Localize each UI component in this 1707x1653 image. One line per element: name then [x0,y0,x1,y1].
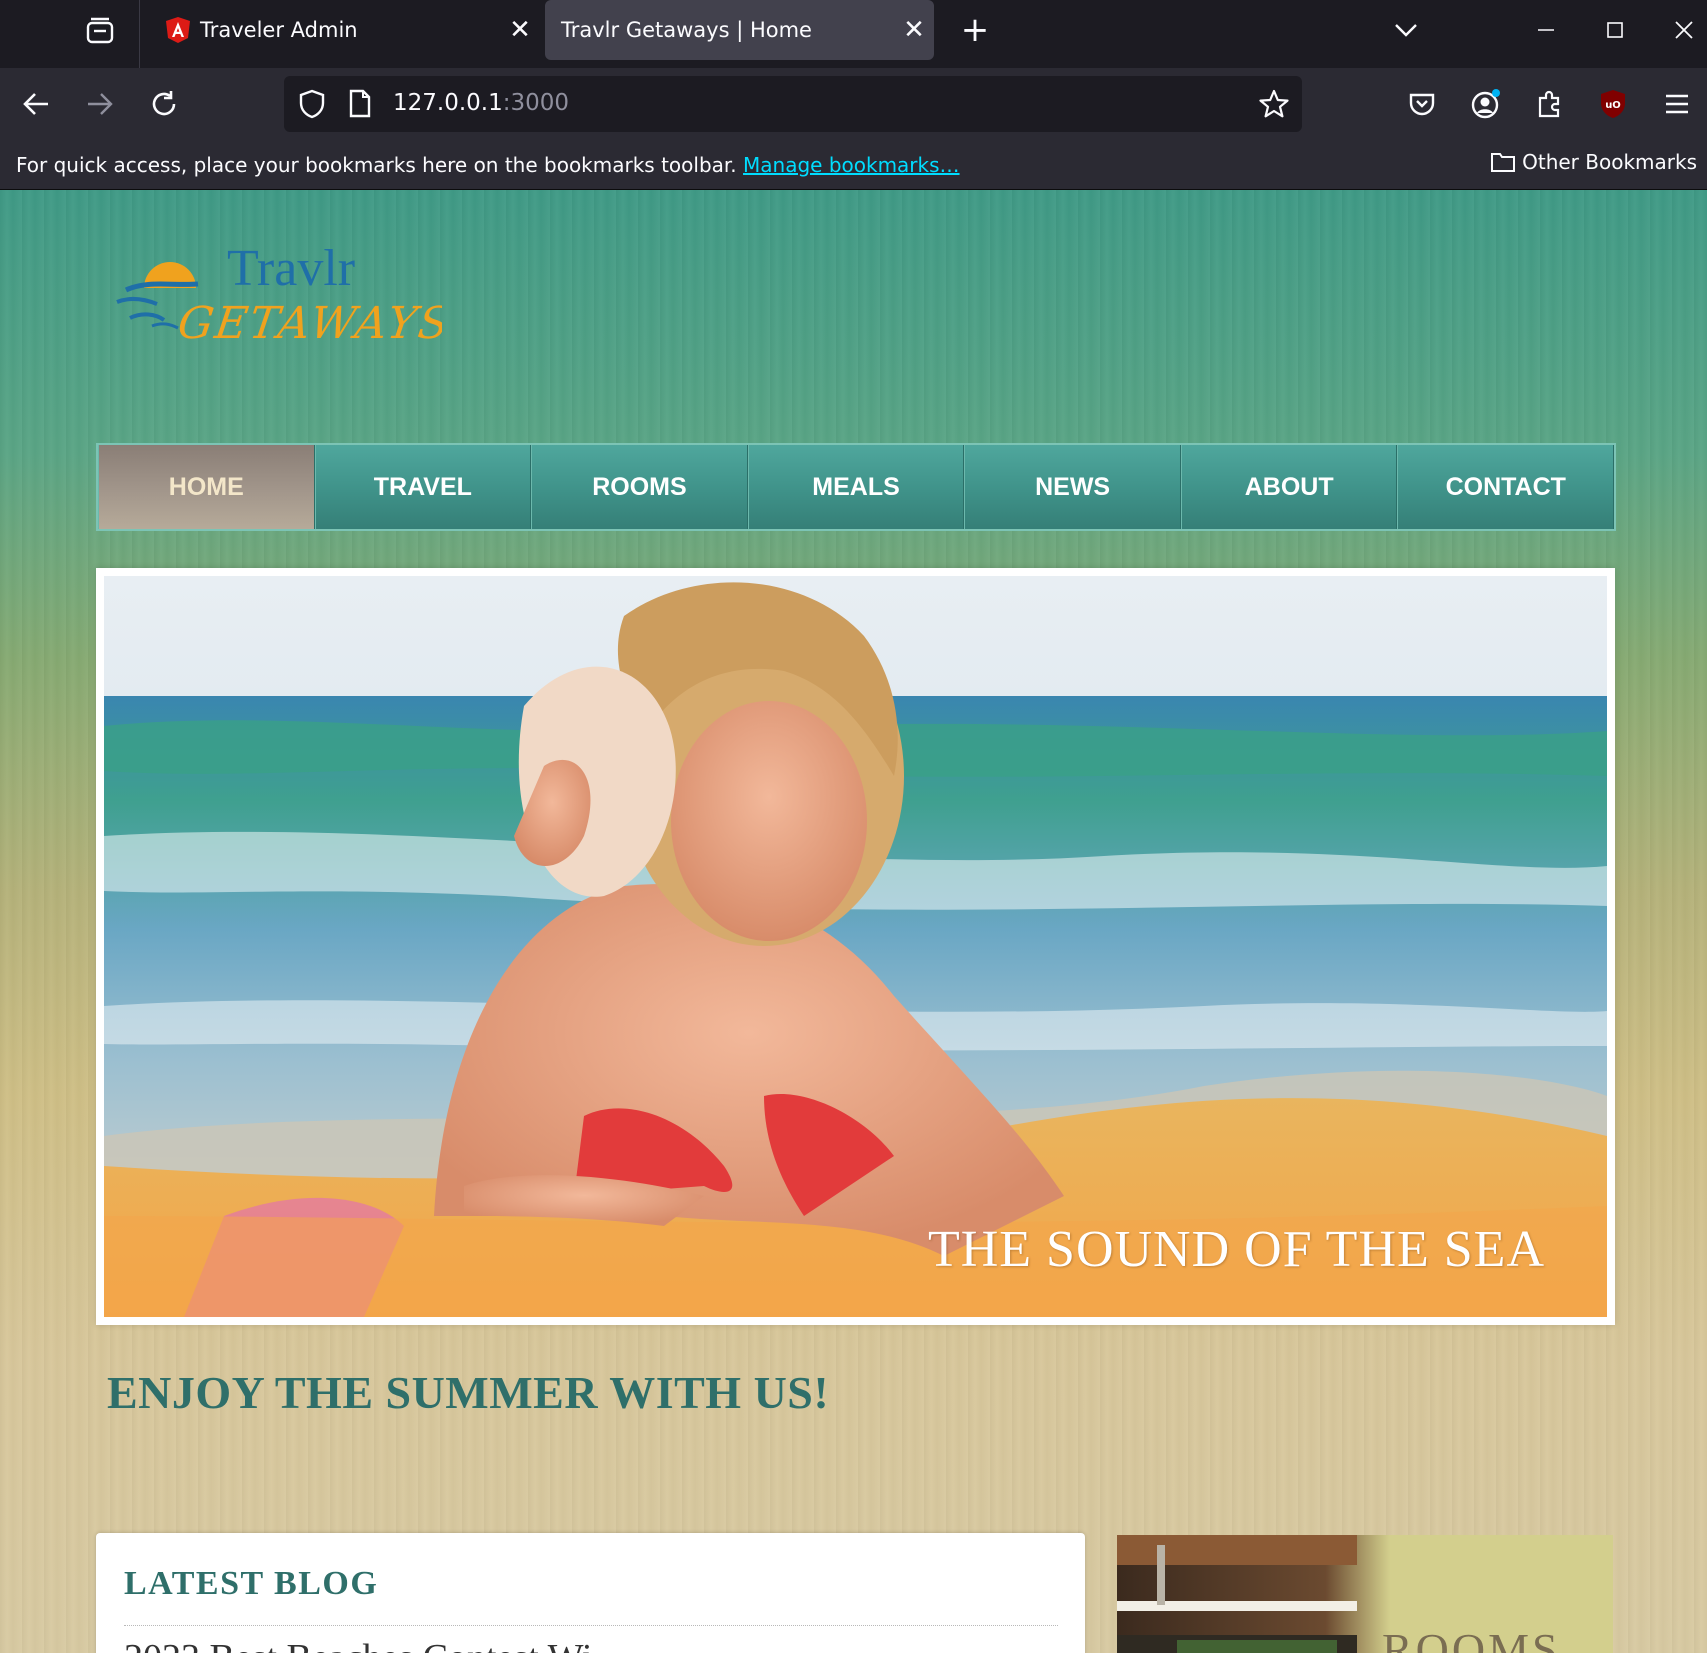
close-window-icon [1675,21,1693,39]
other-bookmarks-label: Other Bookmarks [1522,150,1697,174]
main-menu: HOME TRAVEL ROOMS MEALS NEWS ABOUT CONTA… [96,443,1616,531]
ublock-icon: uO [1601,90,1625,118]
bookmarks-hint-text: For quick access, place your bookmarks h… [16,153,737,177]
ublock-button[interactable]: uO [1588,80,1638,128]
close-icon[interactable]: ✕ [894,15,934,45]
puzzle-icon [1538,90,1560,118]
minimize-icon [1538,29,1554,31]
close-window-button[interactable] [1660,8,1707,52]
shield-icon[interactable] [298,89,326,123]
forward-arrow-icon [88,93,113,115]
hero-banner: THE SOUND OF THE SEA [96,568,1615,1325]
latest-blog-title: LATEST BLOG [124,1565,379,1602]
url-port: :3000 [502,90,570,116]
latest-blog-card: LATEST BLOG 2023 Best Beaches Contest Wi [96,1533,1085,1653]
pocket-icon [1409,93,1435,116]
logo-text-bottom: GETAWAYS [175,298,442,349]
url-text[interactable]: 127.0.0.1:3000 [393,90,569,116]
account-button[interactable] [1461,80,1511,128]
angular-icon [166,17,190,43]
account-icon [1471,89,1500,119]
menu-button[interactable] [1652,80,1702,128]
hero-caption: THE SOUND OF THE SEA [927,1221,1545,1278]
tab-separator [139,0,140,68]
tab-title: Traveler Admin [200,18,358,42]
bookmarks-toolbar: For quick access, place your bookmarks h… [0,140,1707,190]
svg-text:uO: uO [1605,100,1621,111]
logo-text-top: Travlr [227,240,355,297]
minimize-button[interactable] [1522,8,1570,52]
maximize-button[interactable] [1591,8,1639,52]
new-tab-button[interactable]: + [955,8,995,52]
other-bookmarks-button[interactable]: Other Bookmarks [1490,150,1697,174]
reload-icon [152,91,176,116]
address-bar[interactable]: 127.0.0.1:3000 [284,76,1302,132]
hero-image: THE SOUND OF THE SEA [104,576,1607,1317]
nav-rooms[interactable]: ROOMS [531,445,748,529]
maximize-icon [1607,22,1623,38]
page-tagline: ENJOY THE SUMMER WITH US! [107,1367,830,1418]
beach-photo [104,576,1607,1317]
back-arrow-icon [23,93,48,115]
blog-entry-link[interactable]: 2023 Best Beaches Contest Wi [124,1636,593,1653]
rooms-promo-card[interactable]: ROOMS [1117,1535,1613,1653]
rooms-card-title: ROOMS [1382,1624,1561,1653]
divider [124,1625,1058,1626]
nav-news[interactable]: NEWS [964,445,1181,529]
browser-tab-bar: Traveler Admin ✕ Travlr Getaways | Home … [0,0,1707,68]
list-all-tabs-button[interactable] [1382,8,1430,52]
back-button[interactable] [11,80,61,128]
extensions-button[interactable] [1525,80,1575,128]
hamburger-icon [1666,94,1688,114]
firefox-view-button[interactable] [70,10,130,52]
close-icon[interactable]: ✕ [500,15,540,45]
nav-about[interactable]: ABOUT [1180,445,1398,529]
tab-traveler-admin[interactable]: Traveler Admin ✕ [150,0,540,60]
bookmarks-hint: For quick access, place your bookmarks h… [16,153,960,177]
pocket-button[interactable] [1397,80,1447,128]
reload-button[interactable] [139,80,189,128]
manage-bookmarks-link[interactable]: Manage bookmarks… [743,153,960,177]
chevron-down-icon [1395,24,1417,37]
folder-icon [1491,153,1516,172]
travlr-logo[interactable]: Travlr GETAWAYS [112,240,454,350]
bookmark-star-icon[interactable] [1258,88,1290,124]
tab-travlr-home[interactable]: Travlr Getaways | Home ✕ [545,0,934,60]
nav-home[interactable]: HOME [98,445,315,529]
forward-button[interactable] [75,80,125,128]
page-icon[interactable] [348,89,372,123]
tab-list-icon [86,17,114,44]
url-host: 127.0.0.1 [393,90,503,116]
nav-meals[interactable]: MEALS [747,445,965,529]
nav-contact[interactable]: CONTACT [1397,445,1615,529]
nav-travel[interactable]: TRAVEL [314,445,532,529]
navigation-toolbar: 127.0.0.1:3000 uO [0,68,1707,140]
tab-title: Travlr Getaways | Home [561,18,812,42]
web-page: Travlr GETAWAYS HOME TRAVEL ROOMS MEALS … [0,190,1707,1653]
